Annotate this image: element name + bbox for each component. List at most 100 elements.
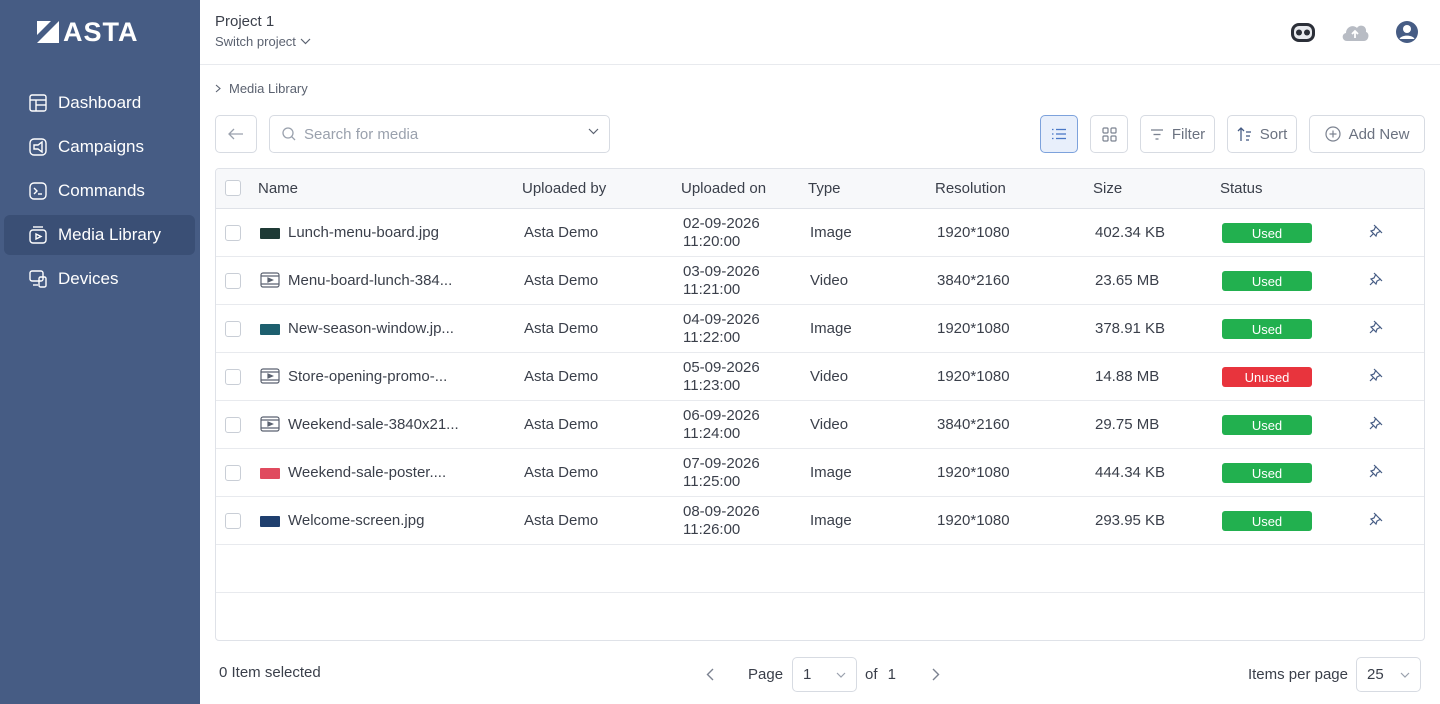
status-badge: Used [1222, 319, 1312, 339]
user-avatar-icon[interactable] [1390, 18, 1424, 46]
pin-icon[interactable] [1369, 320, 1383, 339]
image-thumbnail [260, 324, 280, 335]
sort-icon [1237, 126, 1251, 141]
grid-view-button[interactable] [1090, 115, 1128, 153]
table-row[interactable]: Menu-board-lunch-384... Asta Demo 03-09-20… [216, 257, 1424, 305]
add-new-button[interactable]: Add New [1309, 115, 1425, 153]
media-size: 23.65 MB [1095, 272, 1160, 289]
grid-view-icon [1101, 126, 1117, 142]
campaigns-icon [28, 137, 48, 157]
row-checkbox[interactable] [225, 225, 241, 241]
media-name[interactable]: Weekend-sale-poster.... [288, 464, 446, 481]
uploaded-on: 06-09-2026 11:24:00 [683, 407, 760, 443]
uploaded-by: Asta Demo [524, 272, 599, 289]
pin-icon[interactable] [1369, 224, 1383, 243]
media-resolution: 1920*1080 [937, 512, 1010, 529]
sort-label: Sort [1259, 125, 1288, 143]
dashboard-icon [28, 93, 48, 113]
empty-row [216, 545, 1424, 593]
page-select[interactable]: 1 [792, 657, 858, 692]
table-row[interactable]: New-season-window.jp... Asta Demo 04-09-20… [216, 305, 1424, 353]
devices-icon [28, 269, 48, 289]
filter-icon [1150, 128, 1163, 140]
media-name[interactable]: Menu-board-lunch-384... [288, 272, 452, 289]
media-name[interactable]: Store-opening-promo-... [288, 368, 447, 385]
uploaded-by: Asta Demo [524, 512, 599, 529]
media-name[interactable]: Lunch-menu-board.jpg [288, 224, 439, 241]
table-row[interactable]: Weekend-sale-3840x21... Asta Demo 06-09-20… [216, 401, 1424, 449]
asta-logo-icon [37, 21, 59, 43]
filter-button[interactable]: Filter [1140, 115, 1215, 153]
sidebar-item-commands[interactable]: Commands [4, 171, 195, 211]
row-checkbox[interactable] [225, 321, 241, 337]
row-checkbox[interactable] [225, 513, 241, 529]
column-header-size[interactable]: Size [1093, 180, 1122, 197]
uploaded-by: Asta Demo [524, 224, 599, 241]
select-all-checkbox[interactable] [225, 180, 241, 196]
arrow-left-icon [228, 128, 243, 140]
breadcrumb-current[interactable]: Media Library [229, 81, 308, 96]
chevron-right-icon [215, 84, 221, 93]
column-header-uploaded-by[interactable]: Uploaded by [522, 180, 606, 197]
switch-project-dropdown[interactable]: Switch project [215, 34, 311, 49]
column-header-resolution[interactable]: Resolution [935, 180, 1006, 197]
back-button[interactable] [215, 115, 257, 153]
next-page-button[interactable] [926, 665, 946, 685]
row-checkbox[interactable] [225, 369, 241, 385]
list-view-button[interactable] [1040, 115, 1078, 153]
prev-page-button[interactable] [700, 665, 720, 685]
table-row[interactable]: Store-opening-promo-... Asta Demo 05-09-20… [216, 353, 1424, 401]
row-checkbox[interactable] [225, 465, 241, 481]
media-resolution: 3840*2160 [937, 272, 1010, 289]
pin-icon[interactable] [1369, 512, 1383, 531]
search-field[interactable] [269, 115, 610, 153]
column-header-status[interactable]: Status [1220, 180, 1263, 197]
pin-icon[interactable] [1369, 272, 1383, 291]
sidebar-item-label: Devices [58, 269, 119, 288]
sidebar-item-label: Campaigns [58, 137, 144, 156]
sort-button[interactable]: Sort [1227, 115, 1297, 153]
sidebar-item-label: Media Library [58, 225, 161, 244]
table-header: Name Uploaded by Uploaded on Type Resolu… [216, 169, 1424, 209]
media-table: Name Uploaded by Uploaded on Type Resolu… [215, 168, 1425, 641]
table-row[interactable]: Lunch-menu-board.jpg Asta Demo 02-09-2026 1… [216, 209, 1424, 257]
media-type: Video [810, 416, 849, 433]
column-header-name[interactable]: Name [258, 180, 298, 197]
video-file-icon [260, 368, 280, 389]
pin-icon[interactable] [1369, 464, 1383, 483]
sidebar-item-devices[interactable]: Devices [4, 259, 195, 299]
items-per-page-select[interactable]: 25 [1356, 657, 1421, 692]
logo[interactable]: ASTA [37, 19, 139, 46]
sidebar-item-dashboard[interactable]: Dashboard [4, 83, 195, 123]
plus-circle-icon [1324, 126, 1341, 142]
sidebar-item-media-library[interactable]: Media Library [4, 215, 195, 255]
image-thumbnail [260, 468, 280, 479]
table-row[interactable]: Welcome-screen.jpg Asta Demo 08-09-2026 11:… [216, 497, 1424, 545]
cloud-upload-icon[interactable] [1338, 18, 1372, 46]
row-checkbox[interactable] [225, 273, 241, 289]
media-type: Image [810, 224, 852, 241]
of-label: of [865, 666, 878, 683]
pin-icon[interactable] [1369, 368, 1383, 387]
column-header-uploaded-on[interactable]: Uploaded on [681, 180, 766, 197]
column-header-type[interactable]: Type [808, 180, 841, 197]
sidebar: ASTA Dashboard Campaigns Commands Media … [0, 0, 200, 704]
media-size: 29.75 MB [1095, 416, 1160, 433]
table-footer: 0 Item selected Page 1 of 1 Items per pa… [200, 642, 1440, 704]
uploaded-by: Asta Demo [524, 416, 599, 433]
media-resolution: 1920*1080 [937, 368, 1010, 385]
sidebar-item-campaigns[interactable]: Campaigns [4, 127, 195, 167]
chevron-left-icon [706, 668, 714, 681]
row-checkbox[interactable] [225, 417, 241, 433]
media-name[interactable]: New-season-window.jp... [288, 320, 454, 337]
media-resolution: 1920*1080 [937, 464, 1010, 481]
robot-icon[interactable] [1286, 18, 1320, 46]
table-row[interactable]: Weekend-sale-poster.... Asta Demo 07-09-20… [216, 449, 1424, 497]
pin-icon[interactable] [1369, 416, 1383, 435]
sidebar-item-label: Commands [58, 181, 145, 200]
media-type: Image [810, 464, 852, 481]
media-name[interactable]: Welcome-screen.jpg [288, 512, 424, 529]
uploaded-by: Asta Demo [524, 320, 599, 337]
media-name[interactable]: Weekend-sale-3840x21... [288, 416, 459, 433]
search-input[interactable] [304, 125, 574, 143]
